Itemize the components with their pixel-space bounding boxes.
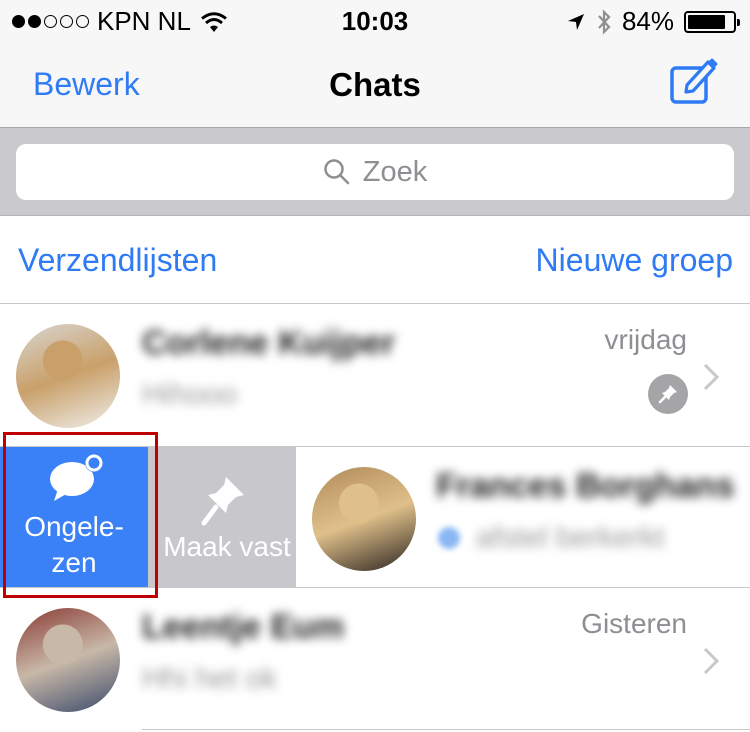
pin-chat-label: Maak vast [163,531,291,562]
chat-last-message: Hhi het ok [142,662,278,695]
chat-row-swiped[interactable]: Ongele- zen Maak vast Frances Borghans a… [0,446,750,588]
pin-icon [201,477,244,526]
pinned-icon [648,374,688,414]
battery-percent: 84% [621,6,674,36]
battery-icon [684,10,740,33]
pin-chat-button[interactable]: Maak vast [148,447,296,587]
chat-last-message: afstel berkerkt [476,521,665,554]
row-separator [142,729,750,730]
unread-chat-icon [50,454,103,501]
chat-name: Corlene Kuijper [142,324,396,362]
broadcast-lists-link[interactable]: Verzendlijsten [18,242,217,279]
search-placeholder: Zoek [362,155,428,188]
chat-date: vrijdag [604,324,687,355]
avatar [16,324,120,428]
new-group-link[interactable]: Nieuwe groep [536,242,733,279]
chat-name: Frances Borghans [436,467,735,505]
search-bar-container: Zoek [0,128,750,216]
location-arrow-icon [567,13,584,30]
avatar [312,467,416,571]
chat-name: Leentje Eum [142,608,345,646]
compose-icon[interactable] [668,56,720,108]
status-bar: KPN NL 10:03 84% [0,0,750,42]
search-input[interactable]: Zoek [16,144,734,200]
chat-row[interactable]: Corlene Kuijper Hihooo vrijdag [0,304,750,446]
chat-date: Gisteren [581,608,687,639]
chat-row[interactable]: Leentje Eum Hhi het ok Gisteren [0,588,750,730]
read-receipt-icon [438,527,460,549]
chevron-right-icon [703,363,720,391]
avatar [16,608,120,712]
mark-unread-label: Ongele- zen [24,511,124,578]
bluetooth-icon [598,8,611,35]
chevron-right-icon [703,647,720,675]
chat-row-content[interactable]: Frances Borghans afstel berkerkt [296,447,750,587]
page-title: Chats [329,66,421,103]
search-icon [324,159,349,185]
mark-unread-button[interactable]: Ongele- zen [0,447,148,587]
chat-last-message: Hihooo [142,378,238,411]
navigation-bar: Bewerk Chats [0,42,750,128]
chat-actions-bar: Verzendlijsten Nieuwe groep [0,216,750,304]
